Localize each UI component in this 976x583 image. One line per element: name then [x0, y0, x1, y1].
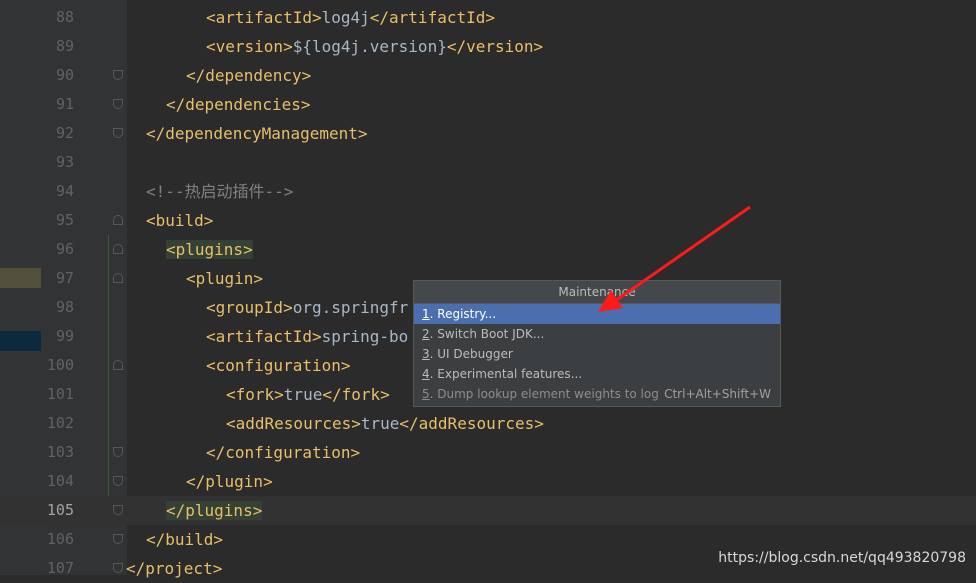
blog-watermark: https://blog.csdn.net/qq493820798 — [718, 550, 966, 566]
annotation-arrow — [598, 205, 751, 312]
